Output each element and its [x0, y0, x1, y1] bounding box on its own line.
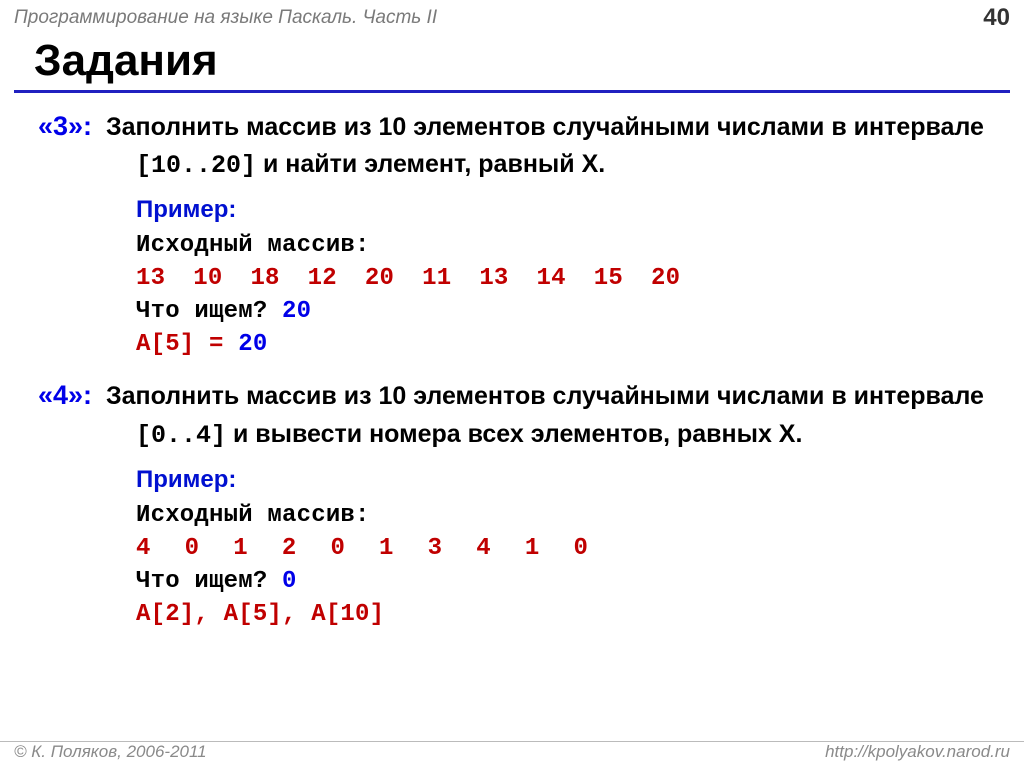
a3-8: 15 [594, 265, 623, 292]
search-q-4: Что ищем? [136, 568, 282, 595]
a4-3: 2 [282, 535, 297, 562]
a3-9: 20 [651, 265, 680, 292]
a3-4: 20 [365, 265, 394, 292]
a3-3: 12 [308, 265, 337, 292]
src-label-3: Исходный массив: [136, 232, 1002, 259]
search-v-4: 0 [282, 568, 297, 595]
search-line-3: Что ищем? 20 [136, 298, 1002, 325]
task-3-p1: Заполнить массив из 10 элементов случайн… [106, 113, 984, 141]
page-number: 40 [983, 4, 1010, 32]
a3-5: 11 [422, 265, 451, 292]
task-4-text: «4»: Заполнить массив из 10 элементов сл… [38, 376, 1002, 453]
topbar: Программирование на языке Паскаль. Часть… [0, 0, 1024, 34]
a4-9: 0 [573, 535, 588, 562]
task-4-p2: и вывести номера всех элементов, равных … [226, 420, 802, 448]
task-3-p2: и найти элемент, равный X. [256, 150, 605, 178]
answer-line-4: A[2], A[5], A[10] [136, 601, 1002, 628]
slide: Программирование на языке Паскаль. Часть… [0, 0, 1024, 768]
a4-2: 1 [233, 535, 248, 562]
a4-8: 1 [525, 535, 540, 562]
course-title: Программирование на языке Паскаль. Часть… [14, 7, 437, 29]
example-label-3: Пример: [136, 196, 1002, 224]
a4-1: 0 [185, 535, 200, 562]
answer-l-3: A[5] = [136, 331, 238, 358]
task-3: «3»: Заполнить массив из 10 элементов сл… [38, 107, 1002, 358]
a4-4: 0 [330, 535, 345, 562]
search-v-3: 20 [282, 298, 311, 325]
a4-7: 4 [476, 535, 491, 562]
a4-6: 3 [428, 535, 443, 562]
copyright: © К. Поляков, 2006-2011 [14, 742, 207, 762]
answer-v-3: 20 [238, 331, 267, 358]
task-3-sub: Пример: Исходный массив: 131018122011131… [136, 196, 1002, 358]
a4-0: 4 [136, 535, 151, 562]
a3-2: 18 [250, 265, 279, 292]
task-3-text: «3»: Заполнить массив из 10 элементов сл… [38, 107, 1002, 184]
task-4: «4»: Заполнить массив из 10 элементов сл… [38, 376, 1002, 627]
a3-6: 13 [479, 265, 508, 292]
a3-1: 10 [193, 265, 222, 292]
search-q-3: Что ищем? [136, 298, 282, 325]
a4-5: 1 [379, 535, 394, 562]
page-title: Задания [0, 34, 1024, 90]
search-line-4: Что ищем? 0 [136, 568, 1002, 595]
a3-7: 14 [537, 265, 566, 292]
task-4-range: [0..4] [136, 421, 226, 450]
array-4: 4 0 1 2 0 1 3 4 1 0 [136, 535, 1002, 562]
task-3-range: [10..20] [136, 151, 256, 180]
task-4-p1: Заполнить массив из 10 элементов случайн… [106, 382, 984, 410]
footer: © К. Поляков, 2006-2011 http://kpolyakov… [0, 741, 1024, 762]
src-label-4: Исходный массив: [136, 502, 1002, 529]
task-4-sub: Пример: Исходный массив: 4 0 1 2 0 1 3 4 1 0 Что … [136, 466, 1002, 628]
grade-4: «4»: [38, 380, 92, 410]
footer-url: http://kpolyakov.narod.ru [825, 742, 1010, 762]
a3-0: 13 [136, 265, 165, 292]
grade-3: «3»: [38, 111, 92, 141]
body: «3»: Заполнить массив из 10 элементов сл… [0, 93, 1024, 628]
answer-line-3: A[5] = 20 [136, 331, 1002, 358]
array-3: 13 10 18 12 20 11 13 14 15 20 [136, 265, 1002, 292]
example-label-4: Пример: [136, 466, 1002, 494]
